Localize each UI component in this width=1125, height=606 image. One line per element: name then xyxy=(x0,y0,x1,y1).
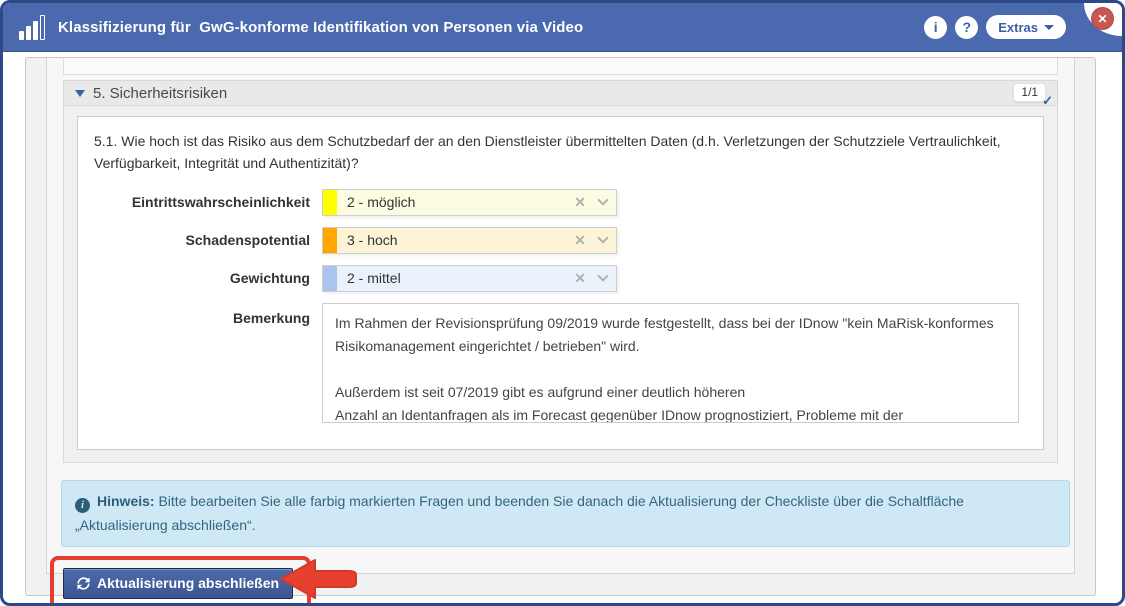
aktualisierung-abschliessen-button[interactable]: Aktualisierung abschließen xyxy=(63,568,293,599)
section-header[interactable]: 5. Sicherheitsrisiken 1/1 ✓ xyxy=(64,81,1057,106)
checklist-panel: 5. Sicherheitsrisiken 1/1 ✓ 5.1. Wie hoc… xyxy=(46,58,1075,574)
dialog-title: Klassifizierung für GwG-konforme Identif… xyxy=(58,19,583,36)
question-icon: ? xyxy=(962,19,971,35)
chevron-down-icon[interactable] xyxy=(597,271,608,282)
field-label: Schadenspotential xyxy=(94,232,322,248)
bar-chart-icon xyxy=(19,14,45,40)
selected-value: 3 - hoch xyxy=(347,232,398,248)
section-title: 5. Sicherheitsrisiken xyxy=(93,85,227,102)
submit-button-label: Aktualisierung abschließen xyxy=(97,575,279,591)
question-box: 5.1. Wie hoch ist das Risiko aus dem Sch… xyxy=(77,116,1044,450)
risk-color-swatch xyxy=(323,228,337,253)
info-button[interactable]: i xyxy=(924,16,947,39)
form-row-bemerkung: Bemerkung Im Rahmen der Revisionsprüfung… xyxy=(94,303,1027,423)
checkmark-icon: ✓ xyxy=(1042,93,1053,109)
close-button[interactable]: ✕ xyxy=(1091,7,1114,30)
gewichtung-select[interactable]: 2 - mittel ✕ xyxy=(322,265,617,292)
field-label: Bemerkung xyxy=(94,303,322,326)
extras-label: Extras xyxy=(998,20,1038,35)
dialog-window: Klassifizierung für GwG-konforme Identif… xyxy=(0,0,1125,606)
footer-row: Aktualisierung abschließen xyxy=(50,556,1074,606)
previous-section-partial xyxy=(63,58,1058,75)
section-sicherheitsrisiken: 5. Sicherheitsrisiken 1/1 ✓ 5.1. Wie hoc… xyxy=(63,80,1058,463)
chevron-down-icon xyxy=(1044,25,1054,30)
clear-icon[interactable]: ✕ xyxy=(574,271,586,285)
info-circle-icon: i xyxy=(75,498,90,513)
close-icon: ✕ xyxy=(1097,12,1107,26)
field-label: Eintrittswahrscheinlichkeit xyxy=(94,194,322,210)
header-actions: i ? Extras xyxy=(924,15,1106,39)
form-row-eintrittswahrscheinlichkeit: Eintrittswahrscheinlichkeit 2 - möglich … xyxy=(94,189,1027,216)
question-text: 5.1. Wie hoch ist das Risiko aus dem Sch… xyxy=(94,130,1027,175)
eintrittswahrscheinlichkeit-select[interactable]: 2 - möglich ✕ xyxy=(322,189,617,216)
form-row-schadenspotential: Schadenspotential 3 - hoch ✕ xyxy=(94,227,1027,254)
annotation-highlight-box: Aktualisierung abschließen xyxy=(50,556,311,606)
hinweis-label: Hinweis: xyxy=(97,493,155,509)
collapse-caret-icon xyxy=(75,90,85,97)
form-row-gewichtung: Gewichtung 2 - mittel ✕ xyxy=(94,265,1027,292)
help-button[interactable]: ? xyxy=(955,16,978,39)
risk-color-swatch xyxy=(323,266,337,291)
hinweis-alert: i Hinweis: Bitte bearbeiten Sie alle farb… xyxy=(61,480,1070,548)
chevron-down-icon[interactable] xyxy=(597,233,608,244)
selected-value: 2 - möglich xyxy=(347,194,415,210)
annotation-arrow-icon xyxy=(278,556,360,602)
clear-icon[interactable]: ✕ xyxy=(574,195,586,209)
section-counter-wrap: 1/1 ✓ xyxy=(1013,83,1053,109)
field-label: Gewichtung xyxy=(94,270,322,286)
screenshot-stage: Klassifizierung für GwG-konforme Identif… xyxy=(0,0,1125,606)
risk-color-swatch xyxy=(323,190,337,215)
dialog-header: Klassifizierung für GwG-konforme Identif… xyxy=(3,3,1122,52)
bemerkung-textarea[interactable]: Im Rahmen der Revisionsprüfung 09/2019 w… xyxy=(322,303,1019,423)
selected-value: 2 - mittel xyxy=(347,270,401,286)
refresh-icon xyxy=(77,577,90,590)
schadenspotential-select[interactable]: 3 - hoch ✕ xyxy=(322,227,617,254)
chevron-down-icon[interactable] xyxy=(597,195,608,206)
clear-icon[interactable]: ✕ xyxy=(574,233,586,247)
content-panel: 5. Sicherheitsrisiken 1/1 ✓ 5.1. Wie hoc… xyxy=(25,57,1096,596)
section-body: 5.1. Wie hoch ist das Risiko aus dem Sch… xyxy=(64,106,1057,462)
hinweis-text: Bitte bearbeiten Sie alle farbig markier… xyxy=(75,493,964,533)
extras-button[interactable]: Extras xyxy=(986,15,1066,39)
info-icon: i xyxy=(934,19,938,35)
